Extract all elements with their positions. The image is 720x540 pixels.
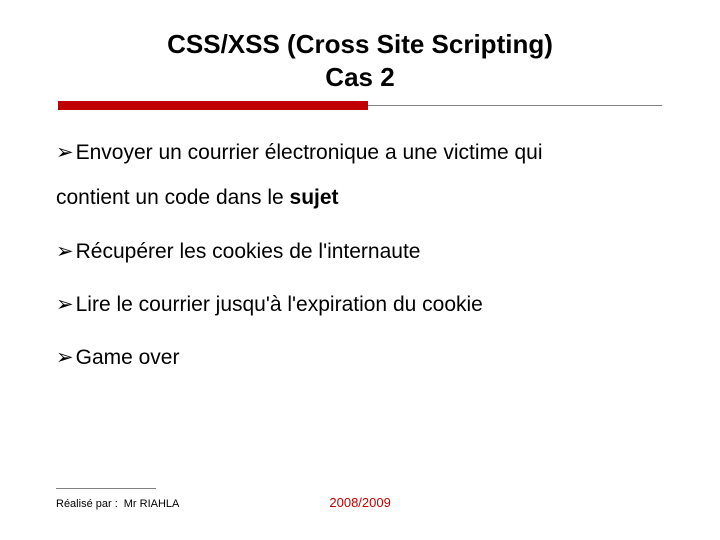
bullet-2: ➢Récupérer les cookies de l'internaute <box>56 238 664 265</box>
slide: CSS/XSS (Cross Site Scripting) Cas 2 ➢En… <box>0 0 720 540</box>
arrow-icon: ➢ <box>56 291 74 318</box>
bullet-3-text: Lire le courrier jusqu'à l'expiration du… <box>76 293 483 316</box>
footer: Réalisé par : Mr RIAHLA 2008/2009 <box>56 488 664 510</box>
author-label: Réalisé par : <box>56 498 118 510</box>
bullet-1-continuation: contient un code dans le sujet <box>56 184 664 211</box>
bullet-4-text: Game over <box>76 346 180 369</box>
arrow-icon: ➢ <box>56 238 74 265</box>
bullet-3: ➢Lire le courrier jusqu'à l'expiration d… <box>56 291 664 318</box>
title-underline <box>0 101 720 115</box>
bullet-1-cont-pre: contient un code dans le <box>56 186 290 209</box>
bullet-2-text: Récupérer les cookies de l'internaute <box>76 240 421 263</box>
author-name: Mr RIAHLA <box>124 498 180 510</box>
footer-year: 2008/2009 <box>329 495 390 510</box>
bullet-1: ➢Envoyer un courrier électronique a une … <box>56 139 664 212</box>
arrow-icon: ➢ <box>56 344 74 371</box>
bullet-1-text: Envoyer un courrier électronique a une v… <box>76 141 543 164</box>
slide-title: CSS/XSS (Cross Site Scripting) Cas 2 <box>0 0 720 93</box>
bullet-1-cont-bold: sujet <box>290 186 339 209</box>
bullet-4: ➢Game over <box>56 344 664 371</box>
title-line-2: Cas 2 <box>0 61 720 94</box>
red-bar <box>58 101 368 110</box>
title-line-1: CSS/XSS (Cross Site Scripting) <box>0 28 720 61</box>
content-area: ➢Envoyer un courrier électronique a une … <box>0 115 720 371</box>
arrow-icon: ➢ <box>56 139 74 166</box>
footer-divider <box>56 488 156 489</box>
footer-row: Réalisé par : Mr RIAHLA 2008/2009 <box>56 495 664 510</box>
